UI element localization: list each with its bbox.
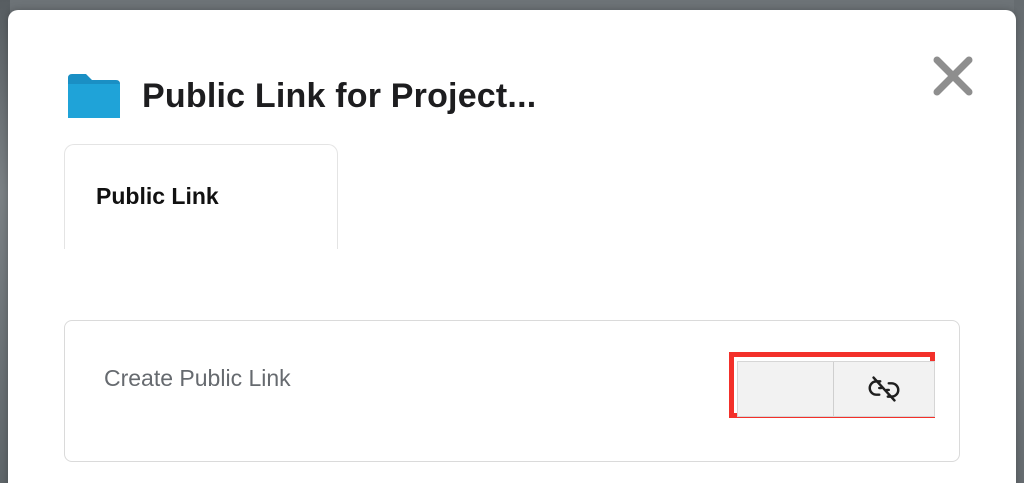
- link-toggle-left-segment[interactable]: [738, 362, 834, 416]
- public-link-toggle-group: [737, 361, 935, 417]
- unlink-button[interactable]: [834, 362, 934, 416]
- close-icon: [933, 56, 973, 96]
- folder-icon: [68, 74, 120, 118]
- tab-public-link[interactable]: Public Link: [64, 144, 338, 249]
- tab-label: Public Link: [96, 183, 219, 209]
- dialog-title: Public Link for Project...: [142, 76, 537, 115]
- dialog-header: Public Link for Project...: [68, 72, 536, 120]
- unlink-icon: [868, 376, 900, 402]
- public-link-dialog: Public Link for Project... Public Link C…: [8, 10, 1016, 483]
- public-link-panel: Create Public Link: [64, 320, 960, 462]
- close-button[interactable]: [930, 53, 976, 99]
- create-public-link-label: Create Public Link: [104, 365, 291, 391]
